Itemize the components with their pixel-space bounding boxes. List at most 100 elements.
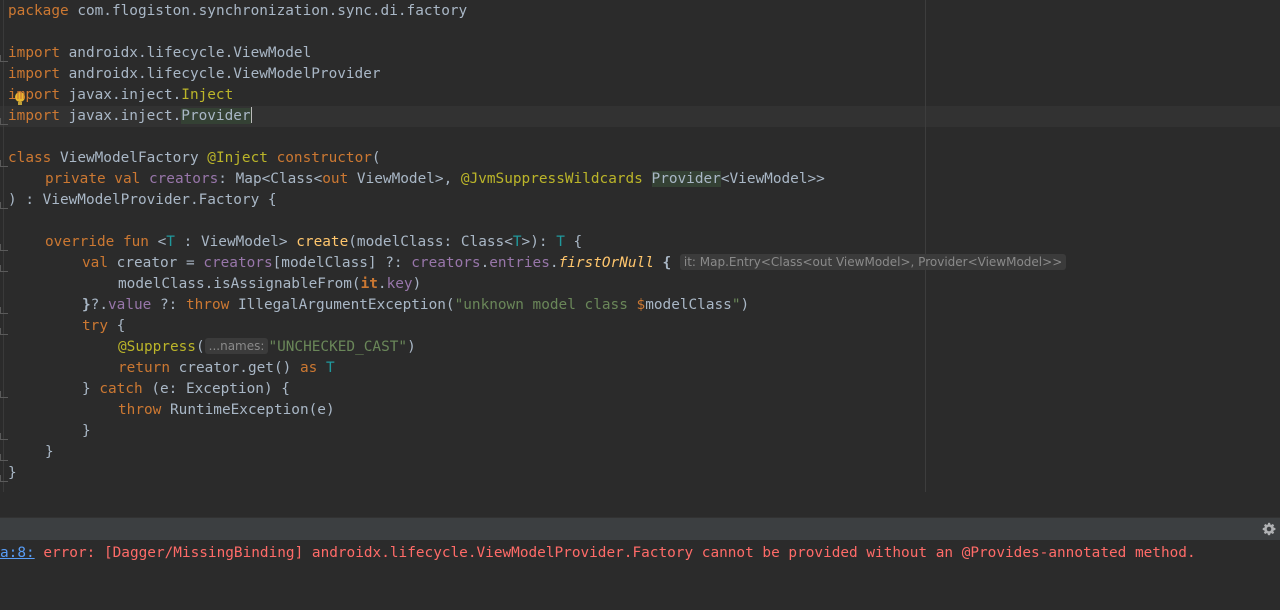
string: " <box>731 297 741 313</box>
string: "UNCHECKED_CAST" <box>268 339 408 355</box>
code-line-throw[interactable]: throw RuntimeException(e) <box>118 400 335 421</box>
keyword: package <box>8 3 69 19</box>
fold-marker[interactable] <box>0 391 8 398</box>
fold-marker[interactable] <box>0 202 8 209</box>
panel-splitter[interactable] <box>0 492 1280 517</box>
code-line-close[interactable]: } <box>82 421 91 442</box>
error-message: a:8: error: [Dagger/MissingBinding] andr… <box>0 542 1196 564</box>
punct: ( <box>371 150 381 166</box>
error-source-link[interactable]: a:8: <box>0 545 35 561</box>
property: key <box>386 276 413 292</box>
type: : ViewModel> <box>174 234 297 250</box>
import-path: javax.inject. <box>59 108 182 124</box>
punct: ?. <box>90 297 108 313</box>
function-call: firstOrNull <box>558 255 654 271</box>
fold-marker[interactable] <box>0 454 8 461</box>
code-line-import[interactable]: import javax.inject.Provider <box>8 106 253 127</box>
code-line-close[interactable]: } <box>8 463 17 484</box>
code-line-close[interactable]: } <box>45 442 54 463</box>
keyword: return <box>118 360 170 376</box>
code-editor[interactable]: package com.flogiston.synchronization.sy… <box>0 0 1280 492</box>
annotation: @Inject <box>207 150 268 166</box>
code-line-import[interactable]: import androidx.lifecycle.ViewModel <box>8 43 311 64</box>
expr: modelClass.isAssignableFrom( <box>118 276 361 292</box>
type: : Map<Class< <box>218 171 323 187</box>
code-line-supertype[interactable]: ) : ViewModelProvider.Factory { <box>8 190 277 211</box>
keyword: throw <box>118 402 162 418</box>
import-path: javax.inject. <box>59 87 182 103</box>
annotation: @Suppress <box>118 339 196 355</box>
fold-marker[interactable] <box>0 307 8 314</box>
keyword: import <box>8 87 60 103</box>
keyword: catch <box>99 381 143 397</box>
string-var: modelClass <box>645 297 732 313</box>
code-line-try[interactable]: try { <box>82 316 125 337</box>
punct: { <box>108 318 126 334</box>
fold-marker[interactable] <box>0 160 8 167</box>
type-highlighted: Provider <box>651 171 721 187</box>
punct: . <box>480 255 490 271</box>
code-line-class[interactable]: class ViewModelFactory @Inject construct… <box>8 148 381 169</box>
code-line-constructor-param[interactable]: private val creators: Map<Class<out View… <box>45 169 825 190</box>
fold-marker[interactable] <box>0 118 8 125</box>
fold-marker[interactable] <box>0 475 8 482</box>
keyword: import <box>8 45 60 61</box>
code-line-package[interactable]: package com.flogiston.synchronization.sy… <box>8 1 467 22</box>
fold-marker[interactable] <box>0 433 8 440</box>
text-caret <box>250 107 253 123</box>
fold-marker[interactable] <box>0 328 8 335</box>
keyword: constructor <box>267 150 372 166</box>
code-line-return[interactable]: return creator.get() as T <box>118 358 335 379</box>
keyword: it <box>360 276 378 292</box>
fold-marker[interactable] <box>0 244 8 251</box>
annotation: @JvmSuppressWildcards <box>460 171 643 187</box>
keyword: private val <box>45 171 141 187</box>
build-output-console[interactable]: a:8: error: [Dagger/MissingBinding] andr… <box>0 540 1280 610</box>
property: creators <box>411 255 481 271</box>
import-path: androidx.lifecycle.ViewModelProvider <box>59 66 381 82</box>
assign: creator = <box>108 255 204 271</box>
type-param: T <box>166 234 175 250</box>
punct: ( <box>195 339 205 355</box>
keyword: throw <box>185 297 230 313</box>
supertype: ) : ViewModelProvider.Factory { <box>8 192 277 208</box>
type: <ViewModel>> <box>720 171 825 187</box>
code-line-assignable[interactable]: modelClass.isAssignableFrom(it.key) <box>118 274 421 295</box>
params: (modelClass: Class< <box>348 234 513 250</box>
fold-marker[interactable] <box>0 55 8 62</box>
code-line-value[interactable]: }?.value ?: throw IllegalArgumentExcepti… <box>82 295 749 316</box>
code-line-import[interactable]: import androidx.lifecycle.ViewModelProvi… <box>8 64 381 85</box>
code-line-catch[interactable]: } catch (e: Exception) { <box>82 379 290 400</box>
string: "unknown model class <box>454 297 637 313</box>
build-panel-header <box>0 517 1280 541</box>
import-path: androidx.lifecycle.ViewModel <box>59 45 312 61</box>
property: creators <box>148 171 219 187</box>
punct: ) <box>740 297 750 313</box>
keyword: as <box>299 360 318 376</box>
type: ViewModel>, <box>348 171 461 187</box>
punct: } <box>8 465 17 481</box>
keyword: try <box>82 318 108 334</box>
expr: creator.get() <box>169 360 300 376</box>
punct: < <box>148 234 167 250</box>
right-margin-guide <box>925 0 926 492</box>
function-name: create <box>296 234 349 250</box>
inlay-hint: ...names: <box>204 338 269 354</box>
error-text: error: [Dagger/MissingBinding] androidx.… <box>34 545 1196 561</box>
keyword: val <box>82 255 108 271</box>
keyword: import <box>8 66 60 82</box>
keyword: out <box>322 171 349 187</box>
expr: (e: Exception) { <box>142 381 290 397</box>
fold-marker[interactable] <box>0 265 8 272</box>
code-line-val-creator[interactable]: val creator = creators[modelClass] ?: cr… <box>82 253 1067 274</box>
type-param: T <box>512 234 522 250</box>
gear-icon[interactable] <box>1262 522 1276 536</box>
code-line-import[interactable]: import javax.inject.Inject <box>8 85 233 106</box>
punct: { <box>564 234 583 250</box>
code-line-fun[interactable]: override fun <T : ViewModel> create(mode… <box>45 232 582 253</box>
code-line-suppress[interactable]: @Suppress(...names: "UNCHECKED_CAST") <box>118 337 416 358</box>
